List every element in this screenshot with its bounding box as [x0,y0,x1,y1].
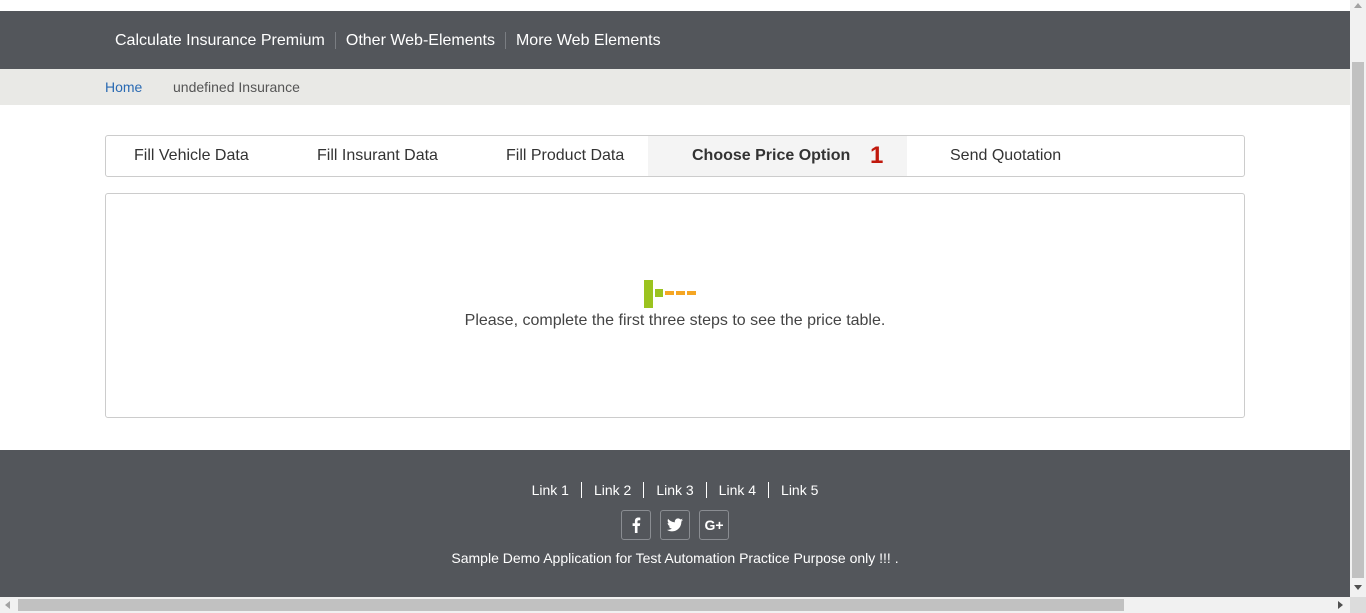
nav-item-other-web-elements[interactable]: Other Web-Elements [334,31,505,49]
footer-copyright: Sample Demo Application for Test Automat… [451,550,899,566]
footer-link-2[interactable]: Link 2 [580,482,643,498]
scroll-right-arrow-icon[interactable] [1338,601,1343,609]
footer-link-4[interactable]: Link 4 [705,482,768,498]
wizard-tabs: Fill Vehicle Data Fill Insurant Data Fil… [105,135,1245,177]
vertical-scrollbar-thumb[interactable] [1352,62,1364,578]
scroll-left-arrow-icon[interactable] [5,601,10,609]
nav-item-calculate-insurance-premium[interactable]: Calculate Insurance Premium [105,32,335,49]
google-plus-icon[interactable]: G+ [699,510,729,540]
scrollbar-corner [1350,597,1366,613]
price-table-placeholder-message: Please, complete the first three steps t… [464,312,886,329]
tab-fill-product-data[interactable]: Fill Product Data [506,136,624,176]
breadcrumb-current: undefined Insurance [173,79,300,95]
top-strip [0,0,1350,11]
page: Calculate Insurance Premium Other Web-El… [0,0,1366,613]
nav-item-more-web-elements[interactable]: More Web Elements [504,31,671,49]
scroll-up-arrow-icon[interactable] [1354,3,1362,8]
footer: Link 1 Link 2 Link 3 Link 4 Link 5 G+ Sa… [0,450,1350,597]
loading-bars-icon [644,280,696,308]
tab-send-quotation[interactable]: Send Quotation [950,136,1061,176]
price-option-panel: Please, complete the first three steps t… [105,193,1245,418]
nav-menu: Calculate Insurance Premium Other Web-El… [105,11,671,69]
tab-fill-insurant-data[interactable]: Fill Insurant Data [317,136,438,176]
facebook-icon[interactable] [621,510,651,540]
footer-link-1[interactable]: Link 1 [520,482,581,498]
footer-links: Link 1 Link 2 Link 3 Link 4 Link 5 [0,482,1350,498]
footer-link-3[interactable]: Link 3 [643,482,705,498]
breadcrumb: Home undefined Insurance [0,69,1350,105]
footer-link-5[interactable]: Link 5 [768,482,830,498]
twitter-icon[interactable] [660,510,690,540]
scroll-down-arrow-icon[interactable] [1354,585,1362,590]
breadcrumb-home-link[interactable]: Home [105,79,142,95]
social-buttons: G+ [0,510,1350,540]
tab-fill-vehicle-data[interactable]: Fill Vehicle Data [134,136,249,176]
top-navbar: Calculate Insurance Premium Other Web-El… [0,11,1350,69]
horizontal-scrollbar-thumb[interactable] [18,599,1124,611]
tab-count-badge: 1 [870,142,884,169]
tab-choose-price-option-label: Choose Price Option [692,147,851,164]
tab-choose-price-option[interactable]: Choose Price Option 1 [648,136,907,176]
